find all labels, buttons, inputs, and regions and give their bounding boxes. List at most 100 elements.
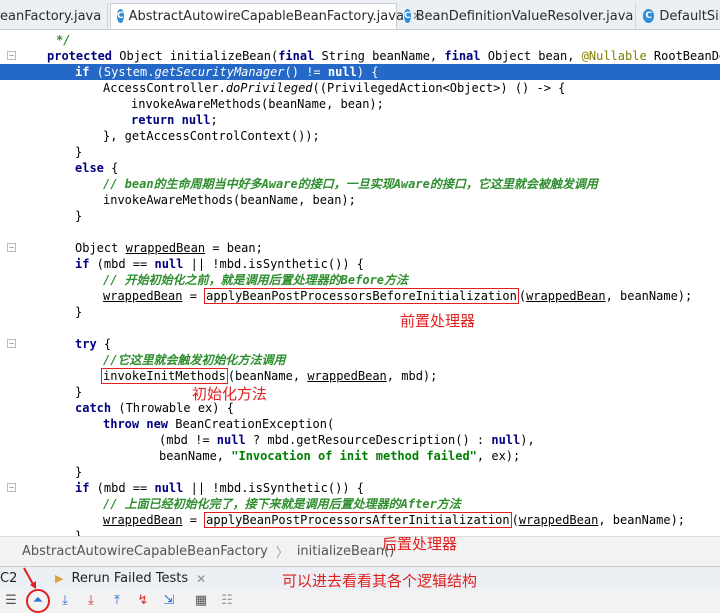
code-line: AccessController.doPrivileged((Privilege…	[0, 80, 720, 96]
method-call: getSecurityManager	[154, 65, 285, 79]
code-text: beanName,	[159, 449, 232, 463]
code-line: else {	[0, 160, 720, 176]
step-out-icon[interactable]: ⤒	[108, 592, 126, 610]
drop-frame-icon[interactable]: ↯	[134, 592, 152, 610]
code-text: (mbd !=	[159, 433, 217, 447]
code-text: =	[182, 513, 205, 527]
keyword: null	[181, 113, 211, 127]
annotation: @Nullable	[581, 49, 647, 63]
code-text: String beanName,	[314, 49, 445, 63]
debugger-toolbar: ☰ ⏶ ⤓ ⤓ ⤒ ↯ ⇲ ▦ ☷	[0, 590, 720, 613]
code-text: }	[75, 209, 83, 223]
tab-label: BeanDefinitionValueResolver.java	[415, 8, 634, 24]
step-over-icon[interactable]: ⤓	[56, 592, 74, 610]
run-to-cursor-icon[interactable]: ⇲	[160, 592, 178, 610]
code-line: protected Object initializeBean(final St…	[0, 48, 720, 64]
code-text: {	[103, 161, 119, 175]
menu-icon[interactable]: ☰	[2, 592, 20, 610]
code-comment: //它这里就会触发初始化方法调用	[103, 353, 286, 367]
close-icon[interactable]: ✕	[196, 572, 206, 586]
keyword: null	[154, 481, 184, 495]
tab-label: eanFactory.java	[0, 8, 102, 24]
code-text: (System.	[89, 65, 155, 79]
tab-rerun-failed-tests[interactable]: ▶ Rerun Failed Tests ✕	[55, 571, 206, 586]
code-line: invokeAwareMethods(beanName, bean);	[0, 192, 720, 208]
code-line: catch (Throwable ex) {	[0, 400, 720, 416]
keyword: else	[75, 161, 104, 175]
java-class-icon: C	[404, 9, 411, 23]
code-text: BeanCreationException(	[168, 417, 335, 431]
keyword: if	[75, 481, 90, 495]
highlighted-code-line: if (System.getSecurityManager() != null)…	[0, 64, 720, 80]
keyword: throw	[103, 417, 140, 431]
code-text: }	[75, 465, 83, 479]
code-text: () !=	[284, 65, 328, 79]
keyword: try	[75, 337, 97, 351]
tab-bean-factory[interactable]: eanFactory.java ✕	[0, 3, 119, 29]
code-line: //它这里就会触发初始化方法调用	[0, 352, 720, 368]
code-line: try {	[0, 336, 720, 352]
keyword: if	[75, 257, 90, 271]
keyword: null	[327, 65, 357, 79]
keyword: final	[278, 49, 315, 63]
code-text: (mbd ==	[89, 257, 155, 271]
code-line: // 上面已经初始化完了，接下来就是调用后置处理器的After方法	[0, 496, 720, 512]
variable: wrappedBean	[125, 241, 206, 255]
step-into-icon[interactable]: ⤓	[82, 592, 100, 610]
code-line: }	[0, 384, 720, 400]
run-tool-window-header: C2 ▶ Rerun Failed Tests ✕ 可以进去看看其各个逻辑结构	[0, 566, 720, 590]
code-text: (beanName,	[227, 369, 308, 383]
code-text: = bean;	[205, 241, 263, 255]
before-initialization-call[interactable]: applyBeanPostProcessorsBeforeInitializat…	[204, 288, 519, 304]
evaluate-expression-icon[interactable]: ▦	[192, 592, 210, 610]
code-line: invokeInitMethods (beanName, wrappedBean,…	[0, 368, 720, 384]
code-line: if (mbd == null || !mbd.isSynthetic()) {	[0, 480, 720, 496]
code-line: }, getAccessControlContext());	[0, 128, 720, 144]
code-text: RootBeanDefi	[653, 49, 720, 63]
code-comment: // 上面已经初始化完了，接下来就是调用后置处理器的After方法	[103, 497, 461, 511]
string-literal: "Invocation of init method failed"	[231, 449, 477, 463]
variable: wrappedBean	[307, 369, 387, 383]
code-text: {	[96, 337, 112, 351]
tab-bean-definition-value-resolver[interactable]: C BeanDefinitionValueResolver.java ✕	[398, 3, 651, 29]
code-text: Object initializeBean(	[112, 49, 279, 63]
java-class-icon: C	[643, 9, 655, 23]
code-text: (mbd ==	[89, 481, 155, 495]
code-text: ((PrivilegedAction<Object>) () -> {	[312, 81, 566, 95]
tab-abstract-autowire[interactable]: C AbstractAutowireCapableBeanFactory.jav…	[110, 3, 422, 29]
code-line: wrappedBean = applyBeanPostProcessorsBef…	[103, 288, 693, 304]
code-line: }	[0, 304, 720, 320]
keyword: null	[216, 433, 246, 447]
variable: wrappedBean	[103, 289, 183, 303]
code-text: ? mbd.getResourceDescription() :	[245, 433, 492, 447]
code-line: return null;	[0, 112, 720, 128]
code-comment: // 开始初始化之前，就是调用后置处理器的Before方法	[103, 273, 409, 287]
code-text: ;	[210, 113, 218, 127]
tab-default-sin[interactable]: C DefaultSin	[637, 3, 720, 29]
code-text: }	[75, 385, 83, 399]
trace-icon[interactable]: ☷	[218, 592, 236, 610]
code-line: if (mbd == null || !mbd.isSynthetic()) {	[0, 256, 720, 272]
code-text: ),	[520, 433, 535, 447]
code-line: // bean的生命周期当中好多Aware的接口，一旦实现Aware的接口，它这…	[0, 176, 720, 192]
variable: wrappedBean	[526, 289, 606, 303]
code-line: }	[0, 144, 720, 160]
run-tab-c2[interactable]: C2	[0, 571, 17, 586]
code-text: }	[75, 145, 83, 159]
variable: wrappedBean	[103, 513, 183, 527]
code-line: }	[0, 528, 720, 536]
breadcrumb-method[interactable]: initializeBean()	[297, 544, 394, 559]
breadcrumb-class[interactable]: AbstractAutowireCapableBeanFactory	[22, 544, 268, 559]
rerun-icon: ▶	[55, 572, 64, 585]
code-text: Object	[75, 241, 126, 255]
after-initialization-call[interactable]: applyBeanPostProcessorsAfterInitializati…	[204, 512, 512, 528]
code-line: Object wrappedBean = bean;	[0, 240, 720, 256]
code-line: }	[0, 208, 720, 224]
code-comment: // bean的生命周期当中好多Aware的接口，一旦实现Aware的接口，它这…	[103, 177, 598, 191]
invoke-init-methods-call[interactable]: invokeInitMethods	[101, 368, 228, 384]
annotation-init-method: 初始化方法	[192, 385, 268, 403]
code-text: || !mbd.isSynthetic()) {	[183, 481, 365, 495]
code-editor[interactable]: − − − − − */ protected Object initialize…	[0, 31, 720, 536]
tab-label: Rerun Failed Tests	[71, 571, 189, 586]
keyword: catch	[75, 401, 112, 415]
